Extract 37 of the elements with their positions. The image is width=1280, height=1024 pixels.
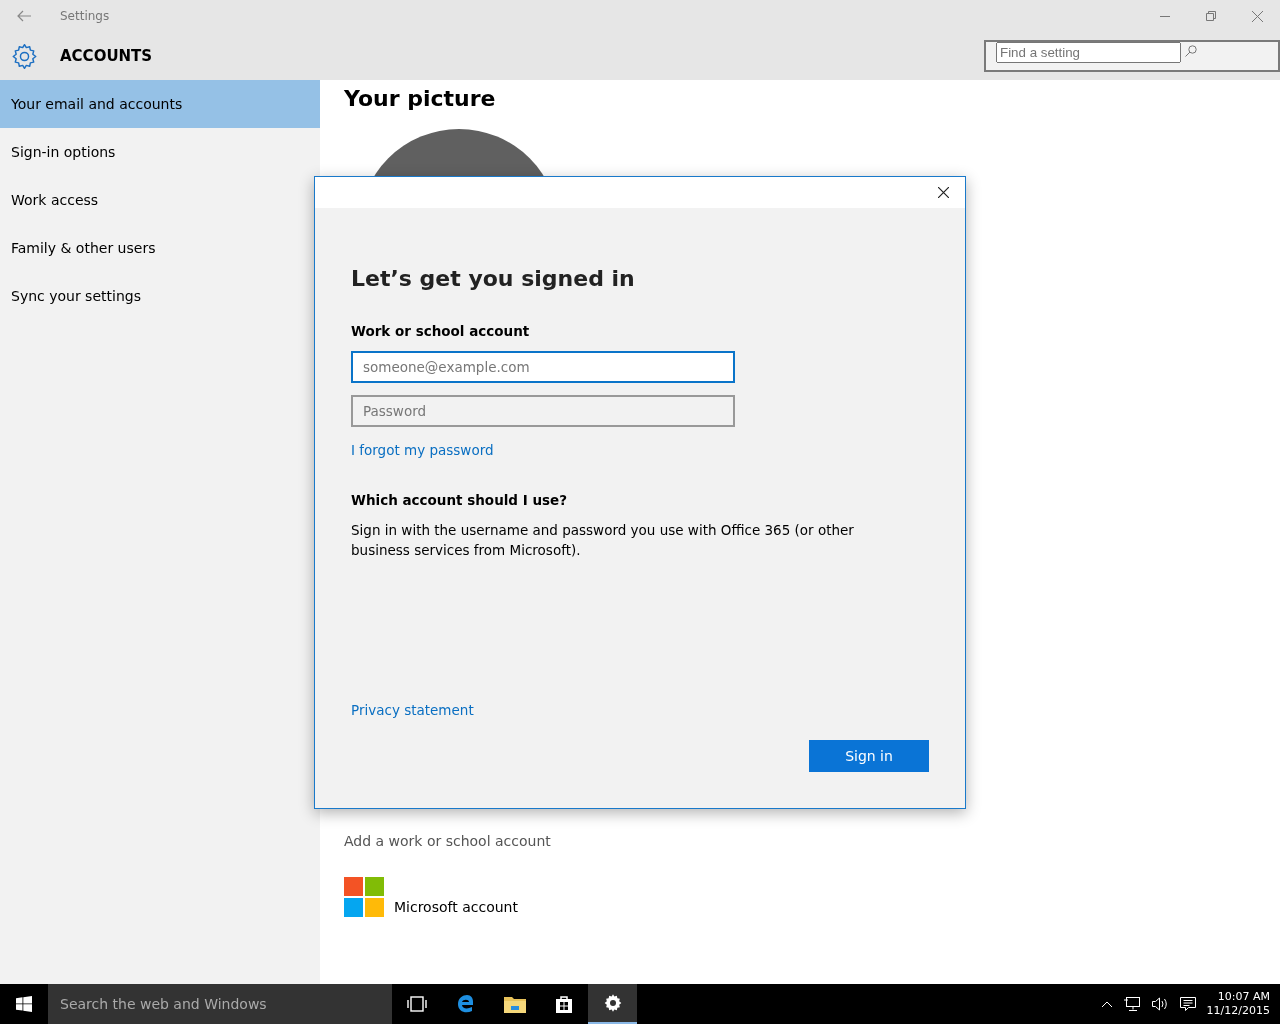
- windows-logo-icon[interactable]: [16, 996, 32, 1012]
- four-squares-logo-icon: [344, 877, 384, 917]
- gear-icon[interactable]: [602, 993, 623, 1013]
- sign-in-button[interactable]: Sign in: [809, 740, 929, 772]
- password-field[interactable]: Password: [351, 395, 735, 427]
- gear-icon: [11, 42, 38, 70]
- field-label: Work or school account: [351, 323, 531, 339]
- forgot-password-link[interactable]: I forgot my password: [351, 442, 494, 458]
- section-heading: Your picture: [344, 86, 497, 111]
- network-icon[interactable]: [1122, 996, 1141, 1012]
- search-icon[interactable]: [1185, 45, 1198, 57]
- restore-icon[interactable]: [1206, 11, 1216, 21]
- account-label[interactable]: Microsoft account: [394, 899, 518, 915]
- taskbar-search-field[interactable]: Search the web and Windows: [48, 984, 392, 1024]
- minimize-icon[interactable]: [1160, 15, 1170, 17]
- privacy-link[interactable]: Privacy statement: [351, 702, 474, 718]
- help-text: Sign in with the username and password you use with Office 365 (or other business services from Microsoft).: [351, 521, 855, 560]
- dialog-title: Let’s get you signed in: [351, 266, 636, 291]
- folder-icon[interactable]: [503, 995, 526, 1013]
- close-icon[interactable]: [938, 187, 949, 198]
- email-field[interactable]: someone@example.com: [351, 351, 735, 383]
- speaker-icon[interactable]: [1150, 996, 1169, 1012]
- chevron-up-icon[interactable]: [1100, 1000, 1113, 1008]
- add-account-link[interactable]: Add a work or school account: [344, 833, 1256, 849]
- window-title: Settings: [60, 9, 110, 23]
- shopping-bag-icon[interactable]: [553, 994, 574, 1014]
- browser-e-icon[interactable]: [455, 994, 476, 1014]
- task-view-icon[interactable]: [406, 996, 427, 1012]
- clock-date[interactable]: 11/12/2015: [1206, 1004, 1270, 1018]
- sidebar-item[interactable]: Your email and accounts: [0, 80, 320, 128]
- clock-time[interactable]: 10:07 AM: [1217, 990, 1270, 1004]
- help-heading: Which account should I use?: [351, 492, 569, 508]
- sidebar-item[interactable]: Sign-in options: [0, 128, 320, 176]
- message-icon[interactable]: [1178, 996, 1197, 1012]
- back-arrow-icon[interactable]: [17, 10, 31, 22]
- page-title: ACCOUNTS: [60, 47, 153, 65]
- search-field[interactable]: Find a setting: [984, 40, 1280, 72]
